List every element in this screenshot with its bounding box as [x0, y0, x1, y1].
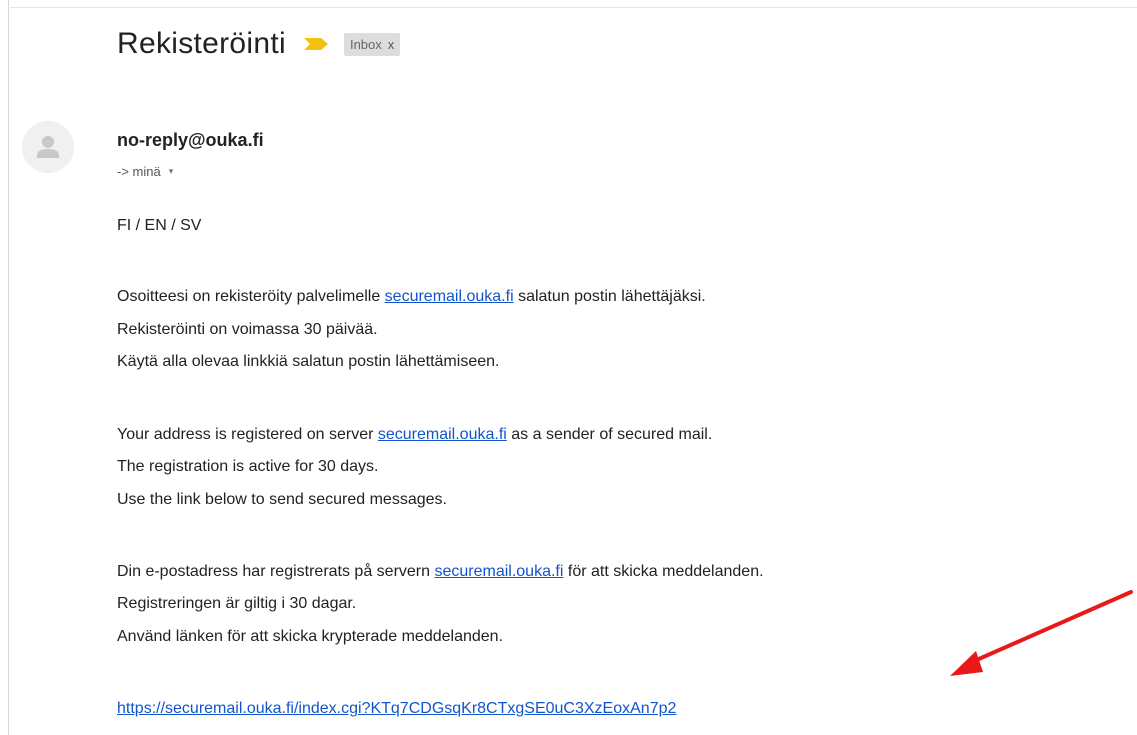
fi-line-2: Rekisteröinti on voimassa 30 päivää.: [117, 321, 378, 338]
email-frame-left-border: [8, 0, 9, 735]
inbox-label-text: Inbox: [349, 36, 382, 52]
importance-marker-icon[interactable]: [302, 37, 330, 51]
email-frame-top-border: [8, 7, 1137, 8]
sender-avatar: [22, 121, 74, 173]
sender-address: no-reply@ouka.fi: [117, 130, 264, 150]
recipient-details-dropdown-icon[interactable]: ▾: [169, 166, 174, 177]
en-line-2: The registration is active for 30 days.: [117, 458, 379, 475]
remove-label-button[interactable]: x: [388, 37, 395, 52]
fi-line-3: Käytä alla olevaa linkkiä salatun postin…: [117, 353, 500, 370]
sv-line-2: Registreringen är giltig i 30 dagar.: [117, 595, 357, 612]
securemail-link-en[interactable]: securemail.ouka.fi: [378, 426, 507, 443]
en-line-1: Your address is registered on server sec…: [117, 426, 713, 443]
inbox-label-chip[interactable]: Inbox x: [343, 32, 401, 56]
securemail-link-sv[interactable]: securemail.ouka.fi: [434, 563, 563, 580]
recipient-text: -> minä: [117, 164, 161, 179]
main-link-line: https://securemail.ouka.fi/index.cgi?KTq…: [117, 699, 676, 719]
fi-line-1: Osoitteesi on rekisteröity palvelimelle …: [117, 288, 706, 305]
default-person-icon: [37, 136, 59, 158]
recipient-row[interactable]: -> minä ▾: [117, 164, 173, 179]
email-subject-row: Rekisteröinti Inbox x: [117, 22, 401, 66]
en-line-3: Use the link below to send secured messa…: [117, 491, 447, 508]
languages-line: FI / EN / SV: [117, 217, 202, 234]
sv-line-3: Använd länken för att skicka krypterade …: [117, 628, 504, 645]
email-subject: Rekisteröinti: [117, 27, 286, 60]
securemail-link-fi[interactable]: securemail.ouka.fi: [385, 288, 514, 305]
registration-link[interactable]: https://securemail.ouka.fi/index.cgi?KTq…: [117, 700, 676, 717]
sv-line-1: Din e-postadress har registrerats på ser…: [117, 563, 764, 580]
